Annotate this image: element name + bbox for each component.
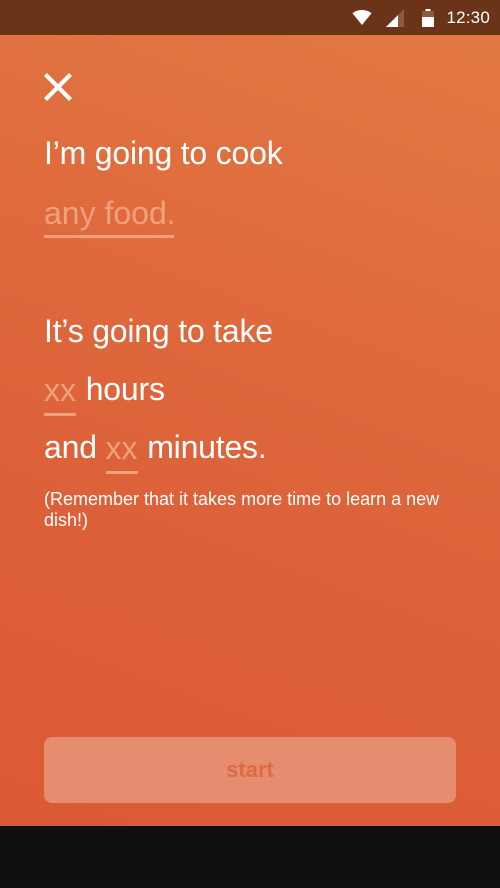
food-underline	[44, 235, 174, 238]
close-button[interactable]	[40, 69, 76, 105]
wifi-icon	[352, 9, 372, 25]
app-screen: 12:30 I’m going to cook It’s going to ta…	[0, 0, 500, 888]
main-content: I’m going to cook It’s going to take hou…	[0, 35, 500, 826]
minutes-field[interactable]	[105, 429, 139, 474]
navigation-bar	[0, 826, 500, 888]
hours-underline	[44, 413, 76, 416]
duration-heading: It’s going to take	[44, 313, 273, 349]
cook-heading: I’m going to cook	[44, 135, 283, 171]
and-label: and	[44, 429, 97, 465]
minutes-row: and minutes.	[44, 429, 267, 474]
hours-row: hours	[44, 371, 165, 416]
start-button[interactable]: start	[44, 737, 456, 803]
minutes-underline	[105, 471, 138, 474]
status-time: 12:30	[446, 7, 490, 27]
food-field[interactable]	[44, 193, 174, 239]
hours-label: hours	[85, 371, 165, 407]
hours-input[interactable]	[44, 371, 77, 409]
battery-icon	[422, 8, 435, 27]
minutes-input[interactable]	[105, 429, 139, 467]
food-input[interactable]	[44, 193, 174, 233]
signal-icon	[386, 8, 405, 27]
hours-field[interactable]	[44, 371, 77, 416]
close-icon	[44, 73, 72, 101]
minutes-label: minutes.	[147, 429, 267, 465]
status-icons: 12:30	[352, 0, 490, 35]
reminder-note: (Remember that it takes more time to lea…	[44, 489, 440, 530]
status-bar: 12:30	[0, 0, 500, 35]
